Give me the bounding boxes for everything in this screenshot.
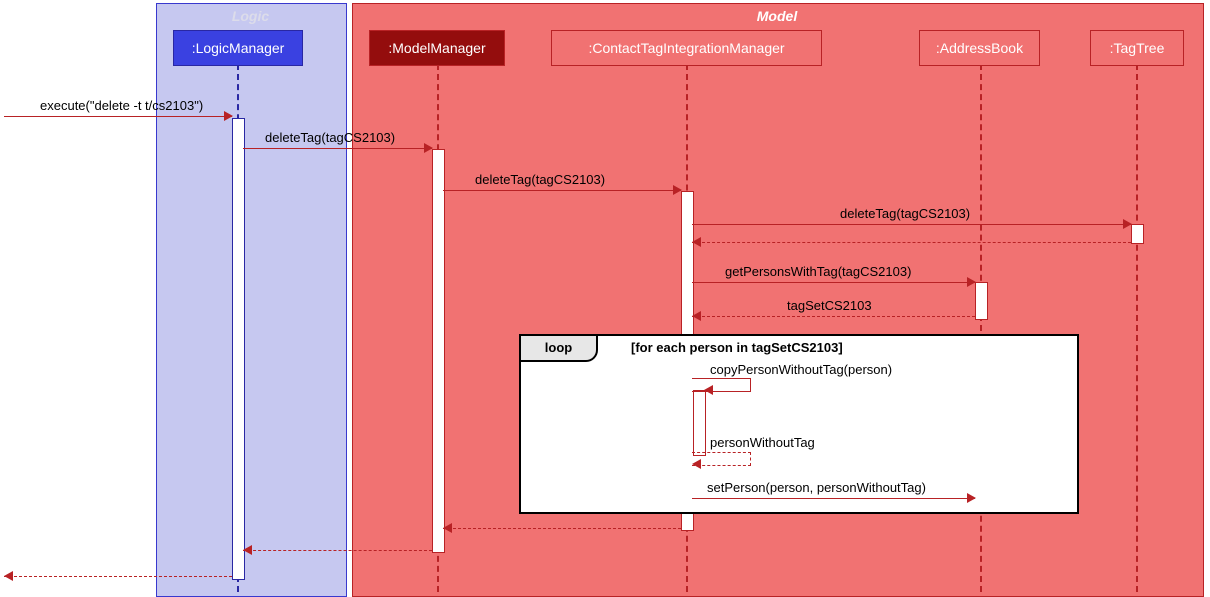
participant-addressbook: :AddressBook [919, 30, 1040, 66]
msg-copyperson: copyPersonWithoutTag(person) [710, 362, 892, 377]
arrow-copyperson [692, 378, 751, 392]
arrowhead-getpersons [967, 277, 976, 287]
arrowhead-execute [224, 111, 233, 121]
activation-addressbook [975, 282, 988, 320]
logic-box-title: Logic [156, 8, 345, 24]
participant-logicmanager: :LogicManager [173, 30, 303, 66]
activation-modelmanager [432, 149, 445, 553]
msg-setperson: setPerson(person, personWithoutTag) [707, 480, 926, 495]
arrowhead-return-mm-lm [243, 545, 252, 555]
arrowhead-copyperson [704, 385, 713, 395]
activation-tagtree [1131, 224, 1144, 244]
arrowhead-return-pwt [692, 459, 701, 469]
sequence-diagram: Logic Model :LogicManager :ModelManager … [0, 0, 1210, 597]
return-tagset [692, 316, 975, 317]
arrow-execute [4, 116, 232, 117]
msg-return-pwt: personWithoutTag [710, 435, 815, 450]
model-box-title: Model [352, 8, 1202, 24]
arrow-deletetag-3 [692, 224, 1131, 225]
arrowhead-return-tagset [692, 311, 701, 321]
logic-box [156, 3, 347, 597]
participant-modelmanager: :ModelManager [369, 30, 505, 66]
activation-logicmanager [232, 118, 245, 580]
msg-deletetag-3: deleteTag(tagCS2103) [840, 206, 970, 221]
return-cti-mm [443, 528, 681, 529]
msg-deletetag-1: deleteTag(tagCS2103) [265, 130, 395, 145]
arrow-getpersons [692, 282, 975, 283]
arrow-deletetag-1 [243, 148, 432, 149]
msg-deletetag-2: deleteTag(tagCS2103) [475, 172, 605, 187]
msg-return-tagset: tagSetCS2103 [787, 298, 872, 313]
loop-condition: [for each person in tagSetCS2103] [631, 340, 843, 355]
msg-getpersons: getPersonsWithTag(tagCS2103) [725, 264, 911, 279]
arrowhead-setperson [967, 493, 976, 503]
return-deletetag-3 [692, 242, 1131, 243]
return-lm-out [4, 576, 232, 577]
arrowhead-deletetag-2 [673, 185, 682, 195]
arrowhead-return-cti-mm [443, 523, 452, 533]
arrowhead-return-3 [692, 237, 701, 247]
arrowhead-deletetag-3 [1123, 219, 1132, 229]
lifeline-tagtree [1136, 64, 1138, 592]
activation-cti-inner [693, 390, 706, 456]
arrow-deletetag-2 [443, 190, 681, 191]
arrowhead-return-lm-out [4, 571, 13, 581]
arrowhead-deletetag-1 [424, 143, 433, 153]
arrow-setperson [692, 498, 975, 499]
loop-label: loop [521, 336, 598, 362]
return-mm-lm [243, 550, 432, 551]
participant-cti-manager: :ContactTagIntegrationManager [551, 30, 822, 66]
participant-tagtree: :TagTree [1090, 30, 1184, 66]
msg-execute: execute("delete -t t/cs2103") [40, 98, 203, 113]
